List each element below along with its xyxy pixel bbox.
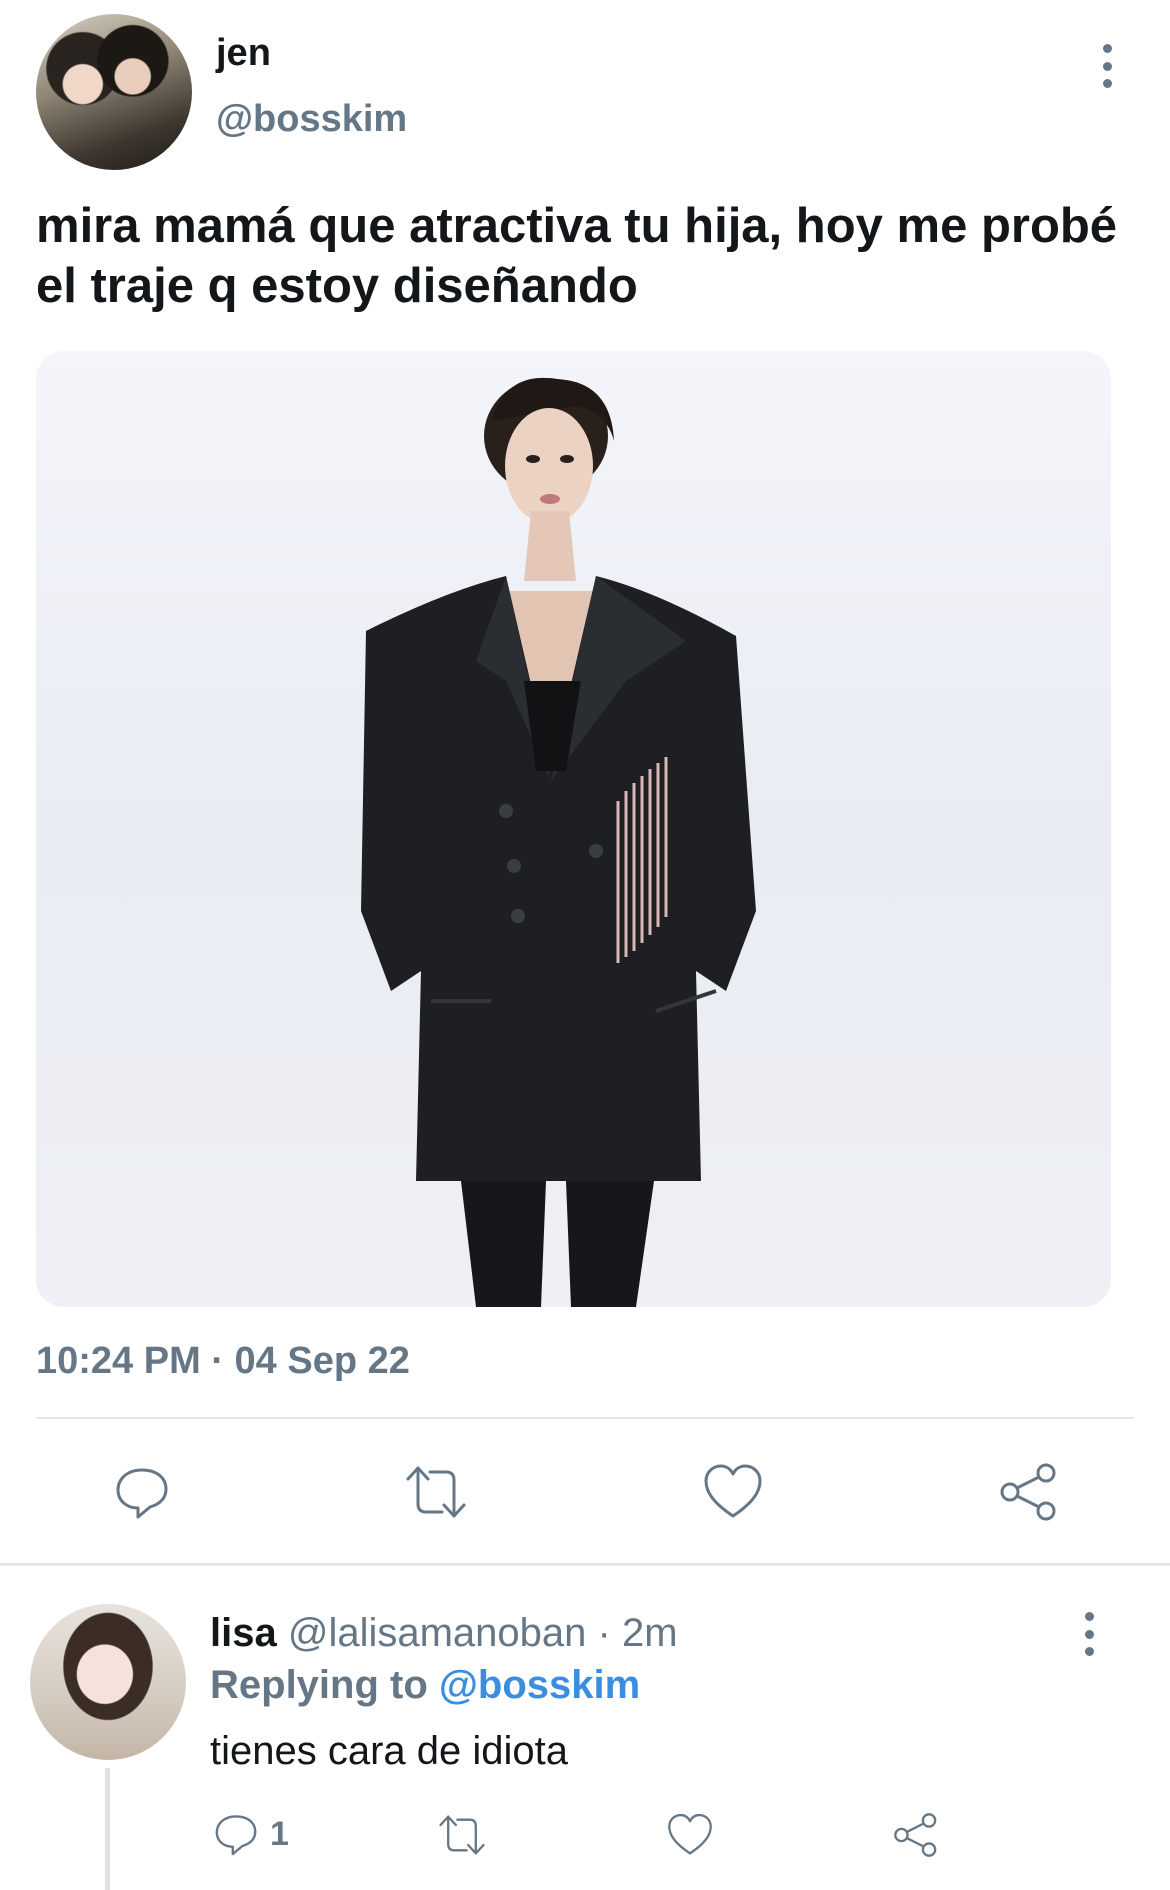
share-button[interactable]	[998, 1462, 1060, 1522]
meta-separator: ·	[586, 1611, 622, 1655]
replying-to: Replying to @bosskim	[210, 1660, 640, 1710]
reply-button[interactable]	[112, 1462, 172, 1522]
mention-link[interactable]: @bosskim	[439, 1663, 640, 1707]
reply-icon	[116, 1468, 168, 1519]
section-divider	[0, 1563, 1170, 1566]
thread-line	[105, 1768, 110, 1890]
tweet-timestamp: 10:24 PM · 04 Sep 22	[36, 1340, 410, 1382]
reply-text: tienes cara de idiota	[210, 1729, 569, 1773]
retweet-icon	[406, 1466, 466, 1518]
more-options-icon[interactable]	[1092, 36, 1122, 96]
reply-icon	[215, 1815, 257, 1856]
photo-illustration	[361, 377, 756, 1307]
like-icon	[704, 1464, 762, 1518]
reply-header: lisa @lalisamanoban · 2m	[210, 1608, 678, 1658]
like-button[interactable]	[702, 1462, 764, 1522]
reply-reply-button[interactable]: 1	[212, 1810, 289, 1858]
reply-author-handle[interactable]: @lalisamanoban	[288, 1611, 587, 1655]
reply-retweet-button[interactable]	[436, 1812, 488, 1858]
author-avatar[interactable]	[36, 14, 192, 170]
reply-like-button[interactable]	[666, 1812, 714, 1858]
reply-more-options-icon[interactable]	[1074, 1604, 1104, 1664]
reply-count: 1	[270, 1814, 289, 1853]
reply-share-button[interactable]	[892, 1812, 940, 1858]
like-icon	[668, 1813, 712, 1855]
reply-author-name[interactable]: lisa	[210, 1611, 277, 1655]
retweet-icon	[439, 1815, 485, 1855]
divider	[36, 1417, 1134, 1419]
reply-time: 2m	[621, 1611, 678, 1655]
author-display-name[interactable]: jen	[216, 32, 271, 75]
share-icon	[894, 1813, 937, 1857]
tweet-text: mira mamá que atractiva tu hija, hoy me …	[36, 199, 1118, 313]
tweet-photo[interactable]	[36, 351, 1111, 1307]
author-handle[interactable]: @bosskim	[216, 98, 407, 141]
share-icon	[1000, 1463, 1056, 1521]
replying-to-label: Replying to	[210, 1663, 428, 1707]
reply-author-avatar[interactable]	[30, 1604, 186, 1760]
retweet-button[interactable]	[404, 1462, 468, 1522]
